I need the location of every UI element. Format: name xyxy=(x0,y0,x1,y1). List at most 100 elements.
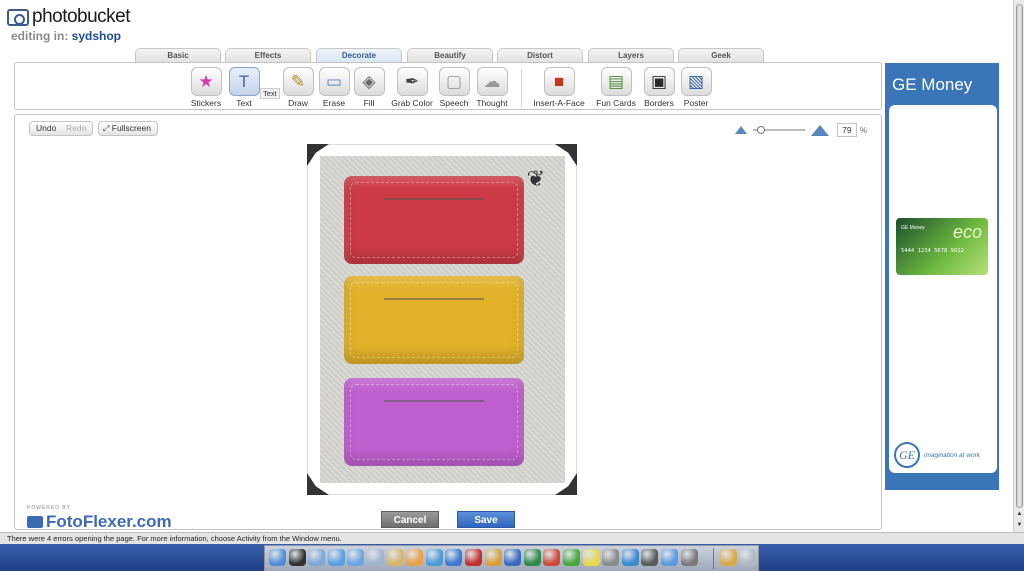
vertical-scrollbar[interactable]: ▲ ▼ xyxy=(1013,0,1024,532)
tool-label: Stickers xyxy=(190,98,222,108)
fotoflexer-name: FotoFlexer.com xyxy=(27,512,172,532)
tab-beautify[interactable]: Beautify xyxy=(407,48,493,62)
calendar-icon[interactable] xyxy=(543,549,561,566)
tool-insert-a-face[interactable]: ■ Insert-A-Face xyxy=(531,67,587,108)
tab-basic[interactable]: Basic xyxy=(135,48,221,62)
ad-content: GE Money eco 5444 1234 5678 9012 GE imag… xyxy=(889,105,997,473)
tool-poster[interactable]: ▧ Poster xyxy=(675,67,717,108)
zoom-slider-knob[interactable] xyxy=(757,126,766,134)
fotoflexer-brand[interactable]: POWERED BY FotoFlexer.com xyxy=(27,505,172,532)
tool-stickers[interactable]: ★ Stickers xyxy=(185,67,227,108)
tool-label: Thought xyxy=(476,98,508,108)
wallet-item xyxy=(344,276,524,364)
zoom-slider[interactable] xyxy=(752,126,805,134)
ad-tagline: imagination at work xyxy=(924,452,980,459)
tool-borders[interactable]: ▣ Borders xyxy=(638,67,680,108)
tab-effects[interactable]: Effects xyxy=(225,48,311,62)
editing-prefix: editing in: xyxy=(11,29,69,43)
zoom-value-field[interactable]: 79 xyxy=(836,123,857,137)
itunes-icon[interactable] xyxy=(347,549,365,566)
zoom-unit: % xyxy=(859,125,867,135)
undo-button[interactable]: Undo xyxy=(29,121,64,136)
editing-user[interactable]: sydshop xyxy=(72,29,121,43)
idvd-icon[interactable] xyxy=(465,549,482,566)
iweb-icon[interactable] xyxy=(504,549,522,566)
zoom-in-icon[interactable] xyxy=(810,124,829,136)
powered-by-label: POWERED BY xyxy=(27,505,71,511)
photo-canvas[interactable]: ❦ xyxy=(307,144,577,495)
dashboard-icon[interactable] xyxy=(288,549,306,566)
card-number: 5444 1234 5678 9012 xyxy=(901,248,964,254)
zoom-out-icon[interactable] xyxy=(734,126,747,134)
safari-icon[interactable] xyxy=(327,549,345,566)
scrollbar-thumb[interactable] xyxy=(1016,4,1023,508)
system-prefs-icon[interactable] xyxy=(602,549,620,566)
speech-bubble-icon: ▢ xyxy=(438,67,470,96)
tool-label: Insert-A-Face xyxy=(533,98,585,108)
text-icon: T xyxy=(228,67,260,96)
network-icon[interactable] xyxy=(621,549,639,566)
tool-text[interactable]: T Text xyxy=(223,67,265,108)
save-button[interactable]: Save xyxy=(457,511,515,528)
stickies-icon[interactable] xyxy=(582,549,600,566)
tab-distort[interactable]: Distort xyxy=(497,48,583,62)
butterfly-sticker-icon[interactable]: ❦ xyxy=(527,166,545,192)
tool-thought[interactable]: ☁ Thought xyxy=(471,67,513,108)
app-store-icon[interactable] xyxy=(661,549,678,566)
logo-text: photobucket xyxy=(32,6,131,27)
tool-label: Speech xyxy=(439,98,469,108)
card-eco-label: eco xyxy=(952,222,982,242)
tool-fill[interactable]: ◈ Fill xyxy=(348,67,390,108)
stickers-icon: ★ xyxy=(190,67,222,96)
fullscreen-icon: ⤢ xyxy=(103,124,110,133)
address-book-icon[interactable] xyxy=(406,549,424,566)
zoom-control: 79 % xyxy=(734,122,867,138)
chess-icon[interactable] xyxy=(680,549,698,566)
tool-label: Text xyxy=(236,98,252,108)
finder-icon[interactable] xyxy=(269,549,286,566)
tool-grab-color[interactable]: ✒ Grab Color xyxy=(391,67,433,108)
tool-label: Poster xyxy=(683,98,709,108)
tool-label: Grab Color xyxy=(391,98,433,108)
camera-icon xyxy=(27,516,43,528)
finder-app-icon[interactable] xyxy=(523,549,541,566)
tool-label: Borders xyxy=(644,98,674,108)
cancel-button[interactable]: Cancel xyxy=(381,511,439,528)
mail-icon[interactable] xyxy=(308,549,326,566)
photo-booth-icon[interactable] xyxy=(641,549,659,566)
borders-icon: ▣ xyxy=(643,67,675,96)
ad-title: GE Money xyxy=(892,75,973,94)
fun-cards-icon: ▤ xyxy=(600,67,632,96)
face-icon: ■ xyxy=(543,67,575,96)
redo-button[interactable]: Redo xyxy=(60,121,94,136)
wallet-item xyxy=(344,176,524,264)
limewire-icon[interactable] xyxy=(563,549,580,566)
scroll-up-icon[interactable]: ▲ xyxy=(1014,509,1024,520)
tab-geek[interactable]: Geek xyxy=(678,48,764,62)
ge-logo-icon: GE xyxy=(894,442,920,468)
image-capture-icon[interactable] xyxy=(720,549,737,566)
trash-icon[interactable] xyxy=(739,549,756,566)
tab-layers[interactable]: Layers xyxy=(588,48,674,62)
scroll-down-icon[interactable]: ▼ xyxy=(1014,520,1024,531)
credit-card-image: GE Money eco 5444 1234 5678 9012 xyxy=(896,218,988,275)
dock xyxy=(264,545,759,571)
iphoto-icon[interactable] xyxy=(425,549,443,566)
fotoflexer-text: FotoFlexer.com xyxy=(46,512,172,531)
fullscreen-label: Fullscreen xyxy=(111,123,151,133)
fullscreen-button[interactable]: ⤢ Fullscreen xyxy=(98,121,158,136)
wallet-item xyxy=(344,378,524,466)
preview-icon[interactable] xyxy=(386,549,404,566)
imovie-icon[interactable] xyxy=(445,549,463,566)
garageband-icon[interactable] xyxy=(484,549,502,566)
ichat-icon[interactable] xyxy=(367,549,384,566)
editing-label: editing in: sydshop xyxy=(11,29,121,43)
photobucket-logo[interactable]: photobucket xyxy=(7,6,131,28)
tool-fun-cards[interactable]: ▤ Fun Cards xyxy=(595,67,637,108)
app-window: photobucket editing in: sydshop Basic Eff… xyxy=(0,0,1024,571)
eraser-icon: ▭ xyxy=(318,67,350,96)
camera-logo-icon xyxy=(7,8,29,26)
ge-money-ad[interactable]: GE Money GE Money eco 5444 1234 5678 901… xyxy=(885,63,999,490)
tool-speech[interactable]: ▢ Speech xyxy=(433,67,475,108)
decorate-toolbar: Text ★ Stickers T Text ✎ Draw ▭ Erase ◈ Fill ✒ Grab… xyxy=(14,62,882,110)
